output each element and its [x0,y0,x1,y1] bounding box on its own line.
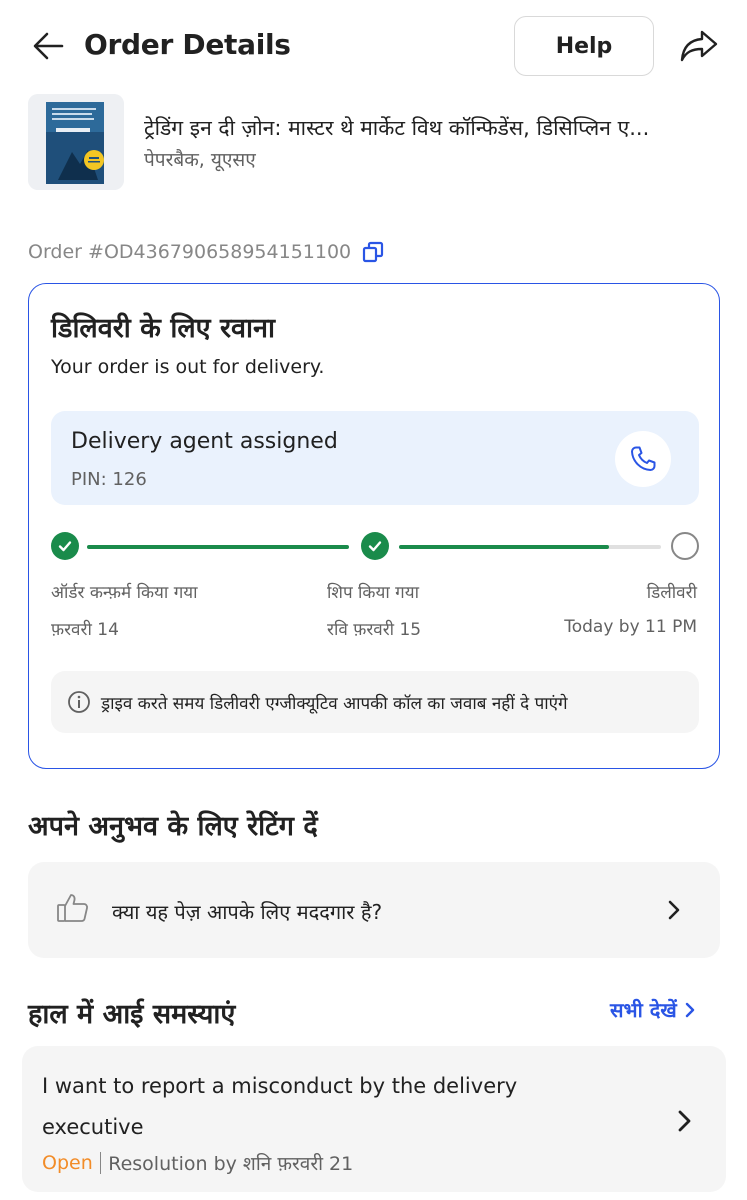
issue-text: I want to report a misconduct by the del… [42,1074,518,1139]
order-id-row: Order #OD436790658954151100 [28,240,385,264]
step-label-shipped: शिप किया गया [327,583,419,603]
check-icon [58,541,72,552]
step-label-delivery: डिलीवरी [646,583,697,603]
step-dot-confirmed [51,532,79,560]
issues-section-title: हाल में आई समस्याएं [28,999,236,1030]
agent-title: Delivery agent assigned [71,429,338,454]
help-button[interactable]: Help [514,16,654,76]
chevron-right-icon [685,1002,694,1017]
issue-resolution: Resolution by शनि फ़रवरी 21 [108,1153,354,1175]
page-title: Order Details [84,28,291,61]
chevron-right-icon [668,900,680,920]
note-text: ड्राइव करते समय डिलीवरी एग्जीक्यूटिव आपक… [101,693,568,714]
header: Order Details Help [0,0,747,90]
step-date-shipped: रवि फ़रवरी 15 [327,620,422,640]
share-button[interactable] [676,24,722,68]
product-summary[interactable]: ट्रेडिंग इन दी ज़ोन: मास्टर थे मार्केट व… [28,94,728,194]
step-date-confirmed: फ़रवरी 14 [51,620,119,640]
phone-icon [631,446,656,471]
product-title: ट्रेडिंग इन दी ज़ोन: मास्टर थे मार्केट व… [144,116,650,140]
step-dot-delivery [671,532,699,560]
check-icon [368,541,382,552]
issue-meta: Open Resolution by शनि फ़रवरी 21 [42,1150,353,1176]
see-all-label: सभी देखें [610,998,677,1022]
meta-divider [99,1152,102,1174]
track-segment-1 [87,545,349,549]
call-agent-button[interactable] [615,431,671,487]
rating-section-title: अपने अनुभव के लिए रेटिंग दें [28,811,318,842]
info-icon [68,691,90,713]
issue-card[interactable]: I want to report a misconduct by the del… [22,1046,726,1192]
delivery-note: ड्राइव करते समय डिलीवरी एग्जीक्यूटिव आपक… [51,671,699,733]
track-segment-2-fill [399,545,609,549]
rating-card[interactable]: क्या यह पेज़ आपके लिए मददगार है? [28,862,720,958]
back-button[interactable] [28,26,68,66]
delivery-agent-box: Delivery agent assigned PIN: 126 [51,411,699,505]
step-dot-shipped [361,532,389,560]
back-arrow-icon [33,32,64,60]
agent-pin: PIN: 126 [71,469,147,490]
chevron-right-icon [678,1110,691,1132]
status-title: डिलिवरी के लिए रवाना [51,313,275,344]
thumbs-up-icon [57,894,88,922]
copy-icon[interactable] [361,240,385,264]
step-date-delivery: Today by 11 PM [564,617,697,637]
share-icon [680,30,718,62]
rating-prompt: क्या यह पेज़ आपके लिए मददगार है? [112,900,383,924]
track-segment-2 [399,545,661,549]
delivery-status-card: डिलिवरी के लिए रवाना Your order is out f… [28,283,720,769]
see-all-link[interactable]: सभी देखें [610,996,697,1023]
step-label-confirmed: ऑर्डर कन्फ़र्म किया गया [51,583,198,603]
product-format: पेपरबैक, यूएसए [144,149,256,171]
order-id: Order #OD436790658954151100 [28,241,352,263]
progress-tracker [51,532,699,562]
issue-status: Open [42,1152,93,1174]
status-subtitle: Your order is out for delivery. [51,356,325,378]
product-image [28,94,124,190]
